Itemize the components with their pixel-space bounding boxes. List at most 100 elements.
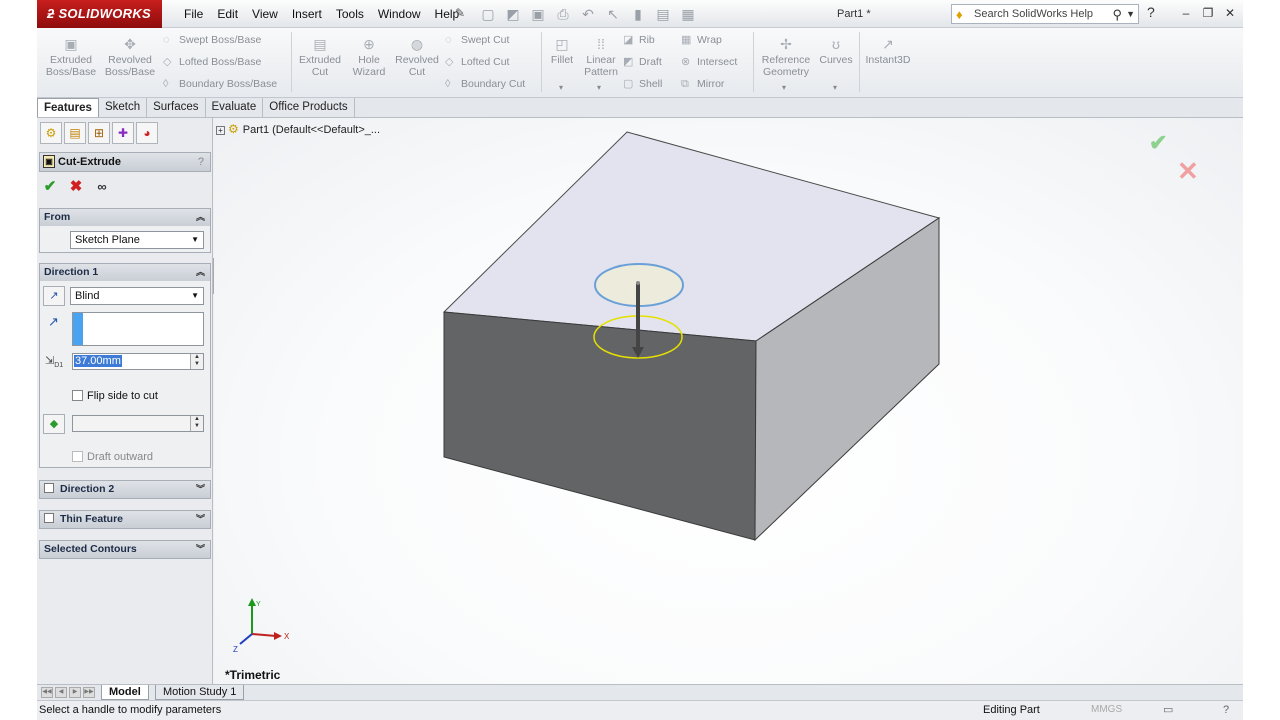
selected-contours-header[interactable]: Selected Contours ︾: [40, 541, 210, 558]
restore-icon[interactable]: ❐: [1199, 4, 1217, 22]
menu-window[interactable]: Window: [371, 0, 428, 28]
pattern-dropdown-icon[interactable]: ▾: [597, 83, 601, 92]
thin-feature-group[interactable]: Thin Feature ︾: [39, 510, 211, 529]
direction-vector-selection-box[interactable]: [72, 312, 204, 346]
direction2-group[interactable]: Direction 2 ︾: [39, 480, 211, 499]
end-condition-select[interactable]: Blind ▼: [70, 287, 204, 305]
help-question-icon[interactable]: ?: [198, 153, 204, 171]
draft-angle-spinner[interactable]: ▲ ▼: [190, 416, 203, 431]
file-properties-icon[interactable]: ▤: [652, 4, 674, 24]
thin-feature-header[interactable]: Thin Feature ︾: [40, 511, 210, 528]
tab-motion-study-1[interactable]: Motion Study 1: [155, 685, 245, 700]
property-manager-icon[interactable]: ▤: [64, 122, 86, 144]
boundary-boss-button[interactable]: ◊ Boundary Boss/Base: [163, 77, 277, 91]
draft-on-off-icon[interactable]: ◆: [43, 414, 65, 434]
scroll-last-icon[interactable]: ▶▶: [83, 687, 95, 698]
fillet-button[interactable]: ◰ Fillet: [545, 36, 579, 66]
curves-button[interactable]: ʊ Curves: [817, 36, 855, 66]
rib-button[interactable]: ◪ Rib: [623, 33, 655, 47]
menu-view[interactable]: View: [245, 0, 285, 28]
draft-button[interactable]: ◩ Draft: [623, 55, 662, 69]
draft-angle-input[interactable]: ▲ ▼: [72, 415, 204, 432]
from-group-header[interactable]: From ︽: [40, 209, 210, 226]
help-question-icon[interactable]: ?: [1147, 4, 1155, 20]
ok-check-button[interactable]: ✔: [41, 178, 59, 196]
checkbox-icon[interactable]: [44, 483, 54, 493]
expand-down-icon[interactable]: ︾: [196, 541, 205, 558]
new-document-icon[interactable]: ▢: [477, 4, 499, 24]
expand-down-icon[interactable]: ︾: [196, 511, 205, 528]
close-icon[interactable]: ✕: [1221, 4, 1239, 22]
minimize-icon[interactable]: –: [1177, 4, 1195, 22]
depth-spinner[interactable]: ▲ ▼: [190, 354, 203, 369]
display-manager-icon[interactable]: ◕: [136, 122, 158, 144]
rebuild-icon[interactable]: ▮: [627, 4, 649, 24]
chevron-down-icon[interactable]: ▼: [191, 288, 199, 304]
intersect-button[interactable]: ⊗ Intersect: [681, 55, 737, 69]
shell-button[interactable]: ▢ Shell: [623, 77, 662, 91]
extruded-boss-button[interactable]: ▣ Extruded Boss/Base: [43, 36, 99, 78]
configuration-manager-icon[interactable]: ⊞: [88, 122, 110, 144]
scroll-first-icon[interactable]: ◀◀: [41, 687, 53, 698]
flip-side-to-cut-checkbox[interactable]: Flip side to cut: [72, 389, 158, 403]
from-select[interactable]: Sketch Plane ▼: [70, 231, 204, 249]
dim-xpert-icon[interactable]: ✚: [112, 122, 134, 144]
menu-insert[interactable]: Insert: [285, 0, 329, 28]
boundary-cut-button[interactable]: ◊ Boundary Cut: [445, 77, 525, 91]
tab-features[interactable]: Features: [37, 98, 99, 117]
hole-wizard-button[interactable]: ⊕ Hole Wizard: [347, 36, 391, 78]
draft-outward-checkbox[interactable]: Draft outward: [72, 450, 153, 464]
pin-icon[interactable]: ✎: [455, 6, 465, 20]
reverse-direction-icon[interactable]: ↗: [43, 286, 65, 306]
menu-tools[interactable]: Tools: [329, 0, 371, 28]
solidworks-logo[interactable]: ƻ SOLIDWORKS: [37, 0, 162, 28]
tab-model[interactable]: Model: [101, 685, 149, 700]
search-icon[interactable]: ⚲: [1112, 6, 1122, 24]
search-help-input[interactable]: ♦ Search SolidWorks Help ⚲ ▼: [951, 4, 1139, 24]
swept-boss-button[interactable]: ◌ Swept Boss/Base: [163, 33, 261, 47]
fillet-dropdown-icon[interactable]: ▾: [559, 83, 563, 92]
reference-geometry-button[interactable]: ✢ Reference Geometry: [757, 36, 815, 78]
scroll-prev-icon[interactable]: ◀: [55, 687, 67, 698]
swept-cut-button[interactable]: ◌ Swept Cut: [445, 33, 509, 47]
detailed-preview-icon[interactable]: ∞: [93, 178, 111, 196]
linear-pattern-button[interactable]: ⁞⁞ Linear Pattern: [581, 36, 621, 78]
direction2-header[interactable]: Direction 2 ︾: [40, 481, 210, 498]
menu-edit[interactable]: Edit: [210, 0, 245, 28]
chevron-down-icon[interactable]: ▼: [1126, 5, 1135, 23]
select-arrow-icon[interactable]: ↖: [602, 4, 624, 24]
save-icon[interactable]: ▣: [527, 4, 549, 24]
refgeom-dropdown-icon[interactable]: ▾: [782, 83, 786, 92]
lofted-boss-button[interactable]: ◇ Lofted Boss/Base: [163, 55, 261, 69]
revolved-cut-button[interactable]: ◍ Revolved Cut: [391, 36, 443, 78]
tab-office-products[interactable]: Office Products: [263, 98, 355, 117]
revolved-boss-button[interactable]: ✥ Revolved Boss/Base: [101, 36, 159, 78]
undo-icon[interactable]: ↶: [577, 4, 599, 24]
options-icon[interactable]: ▦: [677, 4, 699, 24]
confirmation-corner-ok-icon[interactable]: ✔: [1149, 130, 1167, 156]
collapse-up-icon[interactable]: ︽: [196, 209, 205, 226]
quick-tips-icon[interactable]: ?: [1223, 701, 1229, 719]
model-canvas[interactable]: [214, 118, 1243, 684]
menu-file[interactable]: File: [177, 0, 210, 28]
depth-input[interactable]: 37.00mm ▲ ▼: [72, 353, 204, 370]
wrap-button[interactable]: ▦ Wrap: [681, 33, 722, 47]
box-front-face[interactable]: [443, 311, 757, 541]
chevron-down-icon[interactable]: ▼: [191, 232, 199, 248]
curves-dropdown-icon[interactable]: ▾: [833, 83, 837, 92]
checkbox-icon[interactable]: [44, 513, 54, 523]
feature-manager-icon[interactable]: ⚙: [40, 122, 62, 144]
cancel-x-button[interactable]: ✖: [67, 178, 85, 196]
graphics-area[interactable]: +⚙Part1 (Default<<Default>_... ⌕ ⊕ ⊡ ◨▾ …: [214, 118, 1243, 684]
expand-down-icon[interactable]: ︾: [196, 481, 205, 498]
confirmation-corner-cancel-icon[interactable]: ✕: [1177, 156, 1199, 187]
direction1-header[interactable]: Direction 1 ︽: [40, 264, 210, 281]
lofted-cut-button[interactable]: ◇ Lofted Cut: [445, 55, 509, 69]
instant3d-button[interactable]: ↗ Instant3D: [863, 36, 913, 66]
rebuild-status-icon[interactable]: ▭: [1163, 701, 1173, 719]
tab-evaluate[interactable]: Evaluate: [206, 98, 264, 117]
open-folder-icon[interactable]: ◩: [502, 4, 524, 24]
reference-triad[interactable]: Y X Z: [232, 596, 302, 656]
unit-system[interactable]: MMGS: [1091, 701, 1122, 719]
tab-surfaces[interactable]: Surfaces: [147, 98, 206, 117]
